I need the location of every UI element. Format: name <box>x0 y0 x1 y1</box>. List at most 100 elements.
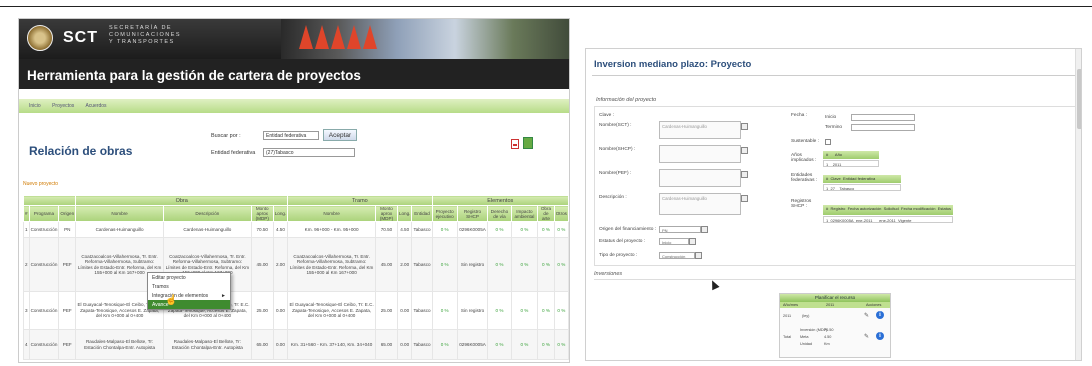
termino-label: Termino <box>825 125 843 130</box>
col-long[interactable]: Long. <box>272 205 289 222</box>
table-row[interactable]: 4 Construcción PEF Raudales-Malpaso-El B… <box>23 329 569 360</box>
sustentable-checkbox[interactable] <box>825 139 831 145</box>
menu-item-integracion[interactable]: Integración de elementos ► <box>148 291 230 300</box>
nuevo-proyecto-link[interactable]: Nuevo proyecto <box>23 181 58 187</box>
tipo-label: Tipo de proyecto : <box>599 253 638 258</box>
menu-item-editar[interactable]: Editar proyecto <box>148 273 230 282</box>
edit-pencil-icon[interactable]: ✎ <box>864 312 869 319</box>
app-title: Herramienta para la gestión de cartera d… <box>19 59 569 89</box>
nombre-shcp-label: Nombre(SHCP) : <box>599 147 636 152</box>
registros-header: # Registro Fecha autorización Solicitud … <box>823 205 953 215</box>
sustentable-label: Sustentable : <box>791 139 820 144</box>
col-proyecto[interactable]: Proyecto ejecutivo <box>431 205 458 222</box>
plan-columns: Año/mes 2011 Acciones <box>780 302 890 308</box>
excel-export-icon[interactable] <box>523 137 533 149</box>
menu-item-tramos[interactable]: Tramos <box>148 282 230 291</box>
estatus-select[interactable]: Inicio <box>659 238 689 245</box>
table-row[interactable]: 2 Construcción PEF Coatzacoalcos-Villahe… <box>23 237 569 292</box>
info-section-label: Información del proyecto <box>596 97 657 103</box>
nombre-pef-spinner[interactable] <box>741 171 748 178</box>
entidades-label: Entidades federativas : <box>791 173 818 183</box>
entidades-header: # Clave Entidad federativa <box>823 175 901 183</box>
nav-acuerdos[interactable]: Acuerdos <box>85 103 106 109</box>
nav-inicio[interactable]: Inicio <box>29 103 41 109</box>
col-tramo-nombre[interactable]: Nombre <box>287 205 376 222</box>
fecha-label: Fecha : <box>791 113 807 118</box>
info-icon[interactable]: i <box>876 311 884 319</box>
anios-label: Años implicados : <box>791 153 817 163</box>
descripcion-field[interactable]: Cardenas-Huimanguillo <box>659 193 741 215</box>
inversiones-label: Inversiones <box>594 271 623 277</box>
estatus-dropdown-icon[interactable] <box>689 238 696 245</box>
scrollbar-thumb[interactable] <box>1077 69 1081 129</box>
group-elementos: Elementos <box>431 195 569 206</box>
nombre-pef-field[interactable] <box>659 169 741 187</box>
edit-pencil-icon[interactable]: ✎ <box>864 333 869 340</box>
inicio-date-field[interactable] <box>851 114 915 121</box>
estatus-label: Estatus del proyecto : <box>599 239 646 244</box>
origen-select[interactable]: PN <box>659 226 701 233</box>
entidad-select[interactable]: (27)Tabasco <box>263 148 355 157</box>
col-tramo-long[interactable]: Long. <box>396 205 413 222</box>
group-obra: Obra <box>75 195 289 206</box>
menu-item-avance[interactable]: Avance <box>148 300 230 309</box>
aceptar-button[interactable]: Aceptar <box>323 129 357 141</box>
nav-proyectos[interactable]: Proyectos <box>52 103 74 109</box>
entidades-row[interactable]: 1 27 Tabasco <box>823 184 901 191</box>
col-origen[interactable]: Origen <box>58 205 77 222</box>
col-monto[interactable]: Monto aprox (MDP) <box>250 205 274 222</box>
group-blank <box>22 195 77 206</box>
highway-photo <box>281 19 569 59</box>
col-derecho[interactable]: Derecho de vía <box>487 205 512 222</box>
plan-title: Planificar el recurso <box>780 294 890 302</box>
nombre-shcp-spinner[interactable] <box>741 147 748 154</box>
registros-row[interactable]: 1 0296K0005A ene-2011 ene-2011 Vigente <box>823 216 953 223</box>
divider <box>594 279 1076 280</box>
col-registro[interactable]: Registro SHCP <box>456 205 489 222</box>
tipo-dropdown-icon[interactable] <box>695 252 702 259</box>
obras-table: Obra Tramo Elementos # Programa Origen N… <box>22 195 569 360</box>
divider <box>592 75 1076 76</box>
nombre-shcp-field[interactable] <box>659 145 741 163</box>
buscar-label: Buscar por : <box>211 133 241 139</box>
col-tramo-monto[interactable]: Monto aprox (MDP) <box>375 205 398 222</box>
nombre-sct-spinner[interactable] <box>741 123 748 130</box>
col-obra-arte[interactable]: Obra de arte <box>537 205 555 222</box>
col-impacto[interactable]: Impacto ambiental <box>510 205 539 222</box>
registros-label: Registros SHCP : <box>791 199 812 209</box>
table-row[interactable]: 3 Construcción PEF El Guayacal-Tenosique… <box>23 291 569 330</box>
nombre-sct-field[interactable]: Cardenas-Huimanguillo <box>659 121 741 139</box>
main-nav: Inicio Proyectos Acuerdos <box>19 99 569 113</box>
info-icon[interactable]: i <box>876 332 884 340</box>
col-programa[interactable]: Programa <box>28 205 60 222</box>
secretaria-text: SECRETARÍA DE COMUNICACIONES Y TRANSPORT… <box>109 25 182 45</box>
col-nombre[interactable]: Nombre <box>75 205 164 222</box>
pdf-export-icon[interactable] <box>511 139 519 149</box>
origen-label: Origen del financiamiento : <box>599 227 657 232</box>
nombre-pef-label: Nombre(PEF) : <box>599 171 632 176</box>
info-section: Clave : Nombre(SCT) : Cardenas-Huimangui… <box>594 106 1076 266</box>
planificar-recurso-panel: Planificar el recurso Año/mes 2011 Accio… <box>779 293 891 358</box>
submenu-arrow-icon: ► <box>221 293 226 299</box>
header-banner: SCT SECRETARÍA DE COMUNICACIONES Y TRANS… <box>19 19 569 59</box>
obras-table-wrap: Obra Tramo Elementos # Programa Origen N… <box>22 195 569 360</box>
brand-logo: SCT <box>63 29 98 46</box>
plan-total-label: Total <box>783 335 792 339</box>
termino-date-field[interactable] <box>851 124 915 131</box>
buscar-select[interactable]: Entidad federativa <box>263 131 319 140</box>
relacion-obras-screenshot: SCT SECRETARÍA DE COMUNICACIONES Y TRANS… <box>18 18 570 363</box>
vertical-scrollbar[interactable] <box>1075 49 1081 360</box>
descripcion-label: Descripción : <box>599 195 627 200</box>
descripcion-spinner[interactable] <box>741 195 748 202</box>
top-rule <box>0 6 1092 7</box>
anios-row[interactable]: 1 2011 <box>823 160 879 167</box>
group-tramo: Tramo <box>287 195 433 206</box>
col-otros[interactable]: Otros <box>553 205 569 222</box>
table-row[interactable]: 1 Construcción PN Cardenas-Huimanguillo … <box>23 221 569 238</box>
col-descripcion[interactable]: Descripción <box>162 205 252 222</box>
tipo-select[interactable]: Construcción <box>659 252 695 259</box>
anios-header: # Año <box>823 151 879 159</box>
col-entidad[interactable]: Entidad <box>411 205 433 222</box>
mexico-seal-icon <box>27 25 53 51</box>
origen-dropdown-icon[interactable] <box>701 226 708 233</box>
